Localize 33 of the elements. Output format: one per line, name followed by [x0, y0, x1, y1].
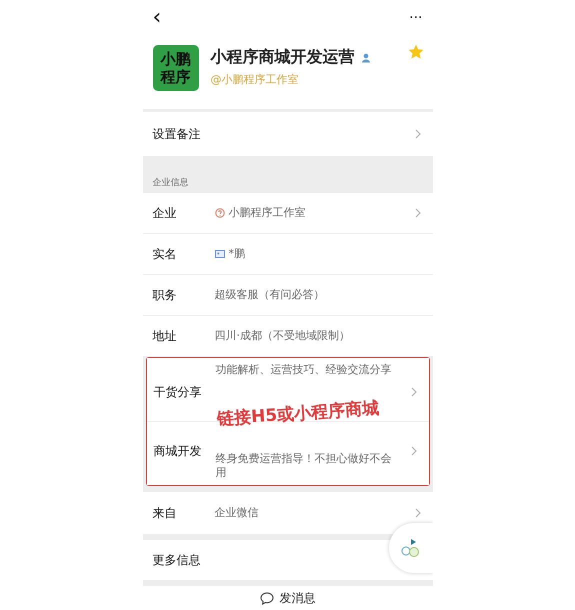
- star-icon[interactable]: [408, 45, 422, 59]
- question-icon: [214, 208, 224, 218]
- row-label: 来自: [152, 504, 178, 522]
- row-value: 超级客服（有问必答）: [214, 288, 324, 302]
- row-value: 四川·成都（不受地域限制）: [214, 329, 350, 343]
- row-label: 干货分享: [154, 384, 202, 400]
- more-button[interactable]: ···: [409, 10, 422, 24]
- id-card-icon: [214, 250, 224, 258]
- row-value: *鹏: [228, 247, 245, 261]
- chevron-right-icon: [414, 129, 420, 139]
- logo-icon: 小鹏 程序: [152, 45, 198, 91]
- row-value: 企业微信: [214, 506, 258, 520]
- send-message-button[interactable]: 发消息: [142, 586, 432, 610]
- row-label: 设置备注: [152, 126, 202, 142]
- row-label: 更多信息: [152, 552, 202, 568]
- row-value: 功能解析、运营技巧、经验交流分享: [216, 363, 392, 377]
- row-label: 职务: [152, 286, 178, 304]
- person-icon: [360, 52, 370, 62]
- row-label: 企业: [152, 204, 178, 222]
- chat-bubbles-icon: [400, 538, 422, 558]
- chat-bubble-icon: [260, 592, 274, 604]
- source-row[interactable]: 来自 企业微信: [142, 492, 432, 534]
- remark-row[interactable]: 设置备注: [142, 112, 432, 156]
- company-handle: @小鹏程序工作室: [210, 72, 300, 87]
- profile-name: 小程序商城开发运营: [210, 47, 354, 68]
- row-value: 终身免费运营指导！不担心做好不会用: [216, 452, 392, 480]
- row-label: 地址: [152, 328, 178, 344]
- annotation-text: 链接H5或小程序商城: [216, 397, 380, 431]
- row-label: 商城开发: [154, 442, 202, 460]
- section-title: 企业信息: [152, 178, 188, 188]
- row-label: 实名: [152, 246, 178, 262]
- row-value: 小鹏程序工作室: [228, 206, 306, 220]
- back-button[interactable]: ‹: [152, 6, 162, 28]
